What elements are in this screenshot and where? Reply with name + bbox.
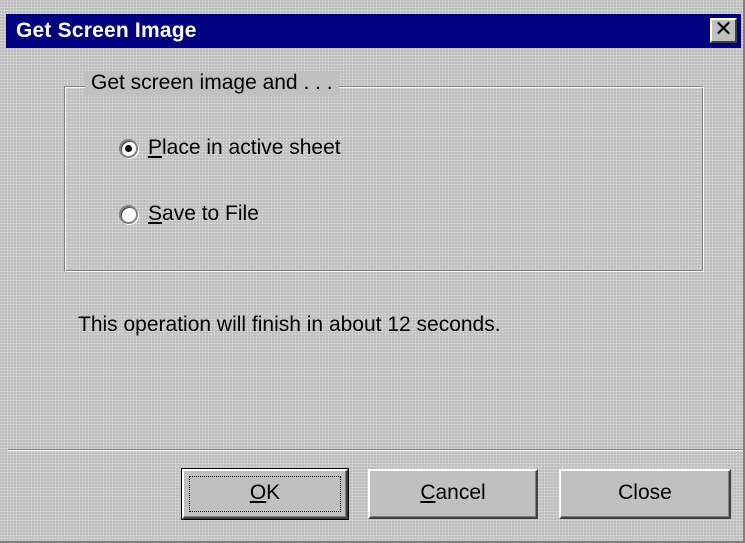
cancel-button[interactable]: Cancel — [368, 469, 538, 519]
radio-place-in-active-sheet[interactable]: Place in active sheet — [119, 133, 341, 163]
ok-button-label: OK — [250, 481, 280, 504]
radio-label-save: Save to File — [148, 202, 259, 226]
group-legend: Get screen image and . . . — [85, 71, 339, 95]
cancel-button-label: Cancel — [420, 481, 485, 504]
radio-label-place: Place in active sheet — [148, 136, 341, 160]
options-group: Get screen image and . . . Place in acti… — [64, 71, 704, 272]
separator — [8, 449, 743, 451]
info-message: This operation will finish in about 12 s… — [78, 313, 501, 336]
radio-dot — [125, 144, 132, 152]
get-screen-image-dialog: Get Screen Image ✕ Get screen image and … — [0, 0, 745, 543]
ok-button[interactable]: OK — [181, 468, 349, 520]
mnemonic-c: C — [420, 481, 436, 504]
cancel-label-rest: ancel — [435, 481, 486, 504]
close-button[interactable]: Close — [559, 469, 731, 519]
mnemonic-s: S — [148, 202, 163, 225]
radio-label-save-rest: ave to File — [162, 202, 259, 225]
window-title: Get Screen Image — [16, 19, 197, 42]
radio-label-place-rest: lace in active sheet — [162, 136, 341, 159]
mnemonic-p: P — [148, 136, 163, 159]
radio-button-selected[interactable] — [119, 138, 138, 158]
close-button-label: Close — [618, 481, 672, 504]
close-icon[interactable]: ✕ — [710, 18, 737, 43]
title-bar[interactable]: Get Screen Image ✕ — [6, 14, 741, 48]
mnemonic-o: O — [249, 481, 267, 504]
ok-label-rest: K — [266, 481, 281, 504]
radio-button-unselected[interactable] — [119, 204, 138, 224]
radio-save-to-file[interactable]: Save to File — [119, 199, 259, 229]
